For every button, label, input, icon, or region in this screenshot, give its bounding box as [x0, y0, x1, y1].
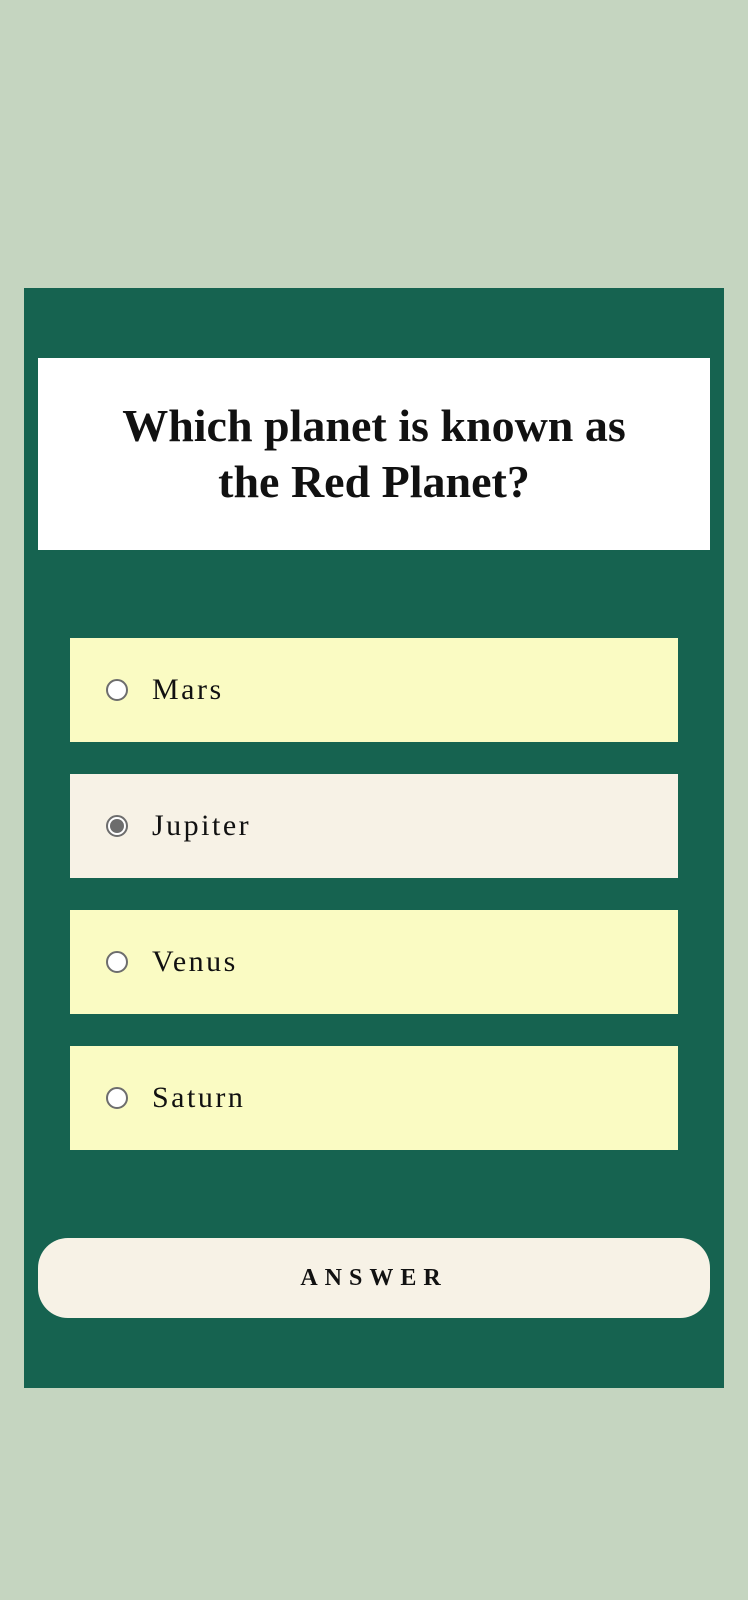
- option-jupiter[interactable]: Jupiter: [70, 774, 678, 878]
- radio-button[interactable]: [106, 951, 128, 973]
- option-mars[interactable]: Mars: [70, 638, 678, 742]
- radio-button[interactable]: [106, 815, 128, 837]
- option-saturn[interactable]: Saturn: [70, 1046, 678, 1150]
- option-label: Mars: [152, 673, 224, 706]
- radio-button[interactable]: [106, 1087, 128, 1109]
- question-box: Which planet is known as the Red Planet?: [38, 358, 710, 550]
- option-label: Jupiter: [152, 809, 252, 842]
- quiz-card: Which planet is known as the Red Planet?…: [24, 288, 724, 1388]
- option-label: Saturn: [152, 1081, 246, 1114]
- option-venus[interactable]: Venus: [70, 910, 678, 1014]
- option-label: Venus: [152, 945, 238, 978]
- radio-button[interactable]: [106, 679, 128, 701]
- radio-dot-icon: [110, 819, 124, 833]
- answer-button[interactable]: ANSWER: [38, 1238, 710, 1318]
- question-text: Which planet is known as the Red Planet?: [122, 400, 626, 507]
- options-list: Mars Jupiter Venus Saturn: [70, 638, 678, 1182]
